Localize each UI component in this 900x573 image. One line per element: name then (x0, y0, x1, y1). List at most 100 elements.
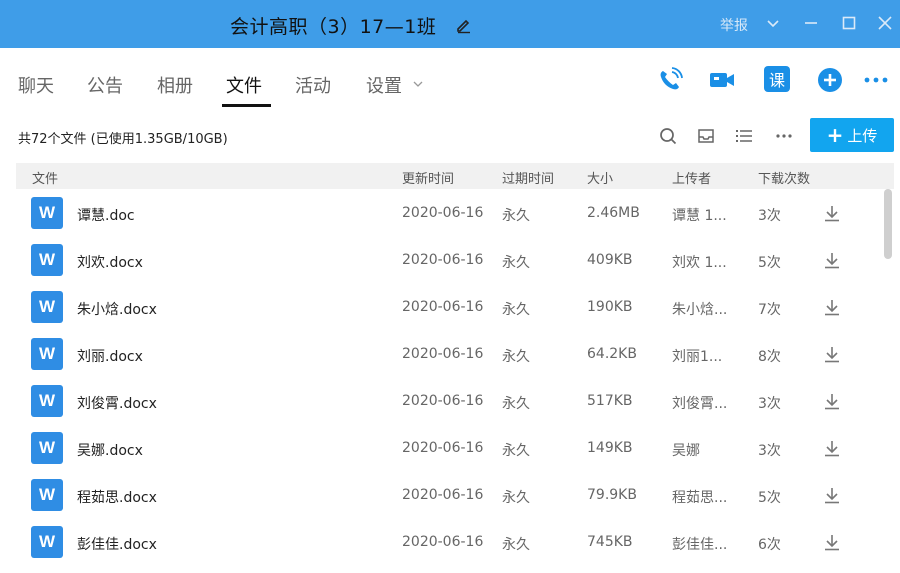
tab-album[interactable]: 相册 (157, 72, 193, 98)
download-icon[interactable] (822, 438, 842, 458)
file-list: W 谭慧.doc 2020-06-16 永久 2.46MB 谭慧 1... 3次… (16, 189, 882, 573)
video-call-icon[interactable] (708, 66, 736, 94)
column-downloads[interactable]: 下载次数 (758, 168, 810, 187)
upload-label: 上传 (847, 126, 878, 145)
file-size: 2.46MB (587, 205, 640, 221)
settings-chevron-down-icon[interactable] (412, 79, 424, 89)
minimize-icon[interactable] (800, 12, 822, 34)
download-count: 3次 (758, 208, 781, 224)
column-size[interactable]: 大小 (587, 168, 613, 187)
table-row[interactable]: W 朱小焓.docx 2020-06-16 永久 190KB 朱小焓... 7次 (16, 283, 882, 330)
file-name[interactable]: 程茹思.docx (77, 487, 157, 507)
table-row[interactable]: W 程茹思.docx 2020-06-16 永久 79.9KB 程茹思... 5… (16, 471, 882, 518)
file-date: 2020-06-16 (402, 252, 484, 268)
search-icon[interactable] (658, 126, 678, 146)
file-name[interactable]: 刘丽.docx (77, 346, 143, 366)
file-date: 2020-06-16 (402, 440, 484, 456)
file-size: 745KB (587, 534, 633, 550)
plus-icon: + (826, 123, 844, 147)
file-expire: 永久 (502, 302, 530, 318)
file-expire: 永久 (502, 537, 530, 553)
file-date: 2020-06-16 (402, 299, 484, 315)
download-icon[interactable] (822, 344, 842, 364)
download-count: 7次 (758, 302, 781, 318)
course-button[interactable]: 课 (764, 66, 790, 92)
file-table-header: 文件 更新时间 过期时间 大小 上传者 下载次数 (16, 163, 894, 189)
file-name[interactable]: 吴娜.docx (77, 440, 143, 460)
file-expire: 永久 (502, 255, 530, 271)
file-name[interactable]: 彭佳佳.docx (77, 534, 157, 554)
table-row[interactable]: W 谭慧.doc 2020-06-16 永久 2.46MB 谭慧 1... 3次 (16, 189, 882, 236)
column-updated[interactable]: 更新时间 (402, 168, 454, 187)
more-options-icon[interactable] (862, 66, 890, 94)
tab-files[interactable]: 文件 (226, 72, 262, 98)
download-count: 6次 (758, 537, 781, 553)
word-doc-icon: W (31, 479, 63, 511)
tab-announcement[interactable]: 公告 (87, 72, 123, 98)
file-uploader: 刘欢 1... (672, 255, 727, 271)
table-row[interactable]: W 刘俊霄.docx 2020-06-16 永久 517KB 刘俊霄... 3次 (16, 377, 882, 424)
column-uploader[interactable]: 上传者 (672, 168, 711, 187)
vertical-scrollbar[interactable] (882, 189, 894, 573)
file-name[interactable]: 谭慧.doc (77, 205, 135, 225)
word-doc-icon: W (31, 526, 63, 558)
download-icon[interactable] (822, 203, 842, 223)
upload-button[interactable]: + 上传 (810, 118, 894, 152)
file-date: 2020-06-16 (402, 393, 484, 409)
file-uploader: 刘丽1... (672, 349, 723, 365)
file-name[interactable]: 刘欢.docx (77, 252, 143, 272)
download-count: 3次 (758, 443, 781, 459)
table-row[interactable]: W 彭佳佳.docx 2020-06-16 永久 745KB 彭佳佳... 6次 (16, 518, 882, 565)
storage-summary: 共72个文件 (已使用1.35GB/10GB) (18, 132, 228, 147)
list-view-icon[interactable] (734, 126, 754, 146)
table-row[interactable]: W 刘欢.docx 2020-06-16 永久 409KB 刘欢 1... 5次 (16, 236, 882, 283)
column-file[interactable]: 文件 (32, 168, 58, 187)
file-size: 517KB (587, 393, 633, 409)
table-row[interactable]: W 吴娜.docx 2020-06-16 永久 149KB 吴娜 3次 (16, 424, 882, 471)
download-icon[interactable] (822, 532, 842, 552)
table-row[interactable]: W 刘丽.docx 2020-06-16 永久 64.2KB 刘丽1... 8次 (16, 330, 882, 377)
more-icon[interactable] (774, 126, 794, 146)
download-icon[interactable] (822, 250, 842, 270)
inbox-icon[interactable] (696, 126, 716, 146)
file-uploader: 程茹思... (672, 490, 728, 506)
file-date: 2020-06-16 (402, 205, 484, 221)
close-icon[interactable] (874, 12, 896, 34)
file-expire: 永久 (502, 443, 530, 459)
file-expire: 永久 (502, 490, 530, 506)
download-icon[interactable] (822, 485, 842, 505)
active-tab-indicator (222, 104, 271, 107)
column-expire[interactable]: 过期时间 (502, 168, 554, 187)
tab-settings[interactable]: 设置 (366, 72, 402, 98)
file-expire: 永久 (502, 349, 530, 365)
download-count: 5次 (758, 490, 781, 506)
file-size: 409KB (587, 252, 633, 268)
file-expire: 永久 (502, 208, 530, 224)
voice-call-icon[interactable] (656, 66, 684, 94)
file-size: 149KB (587, 440, 633, 456)
maximize-icon[interactable] (838, 12, 860, 34)
file-name[interactable]: 朱小焓.docx (77, 299, 157, 319)
report-link[interactable]: 举报 (720, 15, 748, 35)
file-uploader: 谭慧 1... (672, 208, 727, 224)
tab-activity[interactable]: 活动 (295, 72, 331, 98)
group-title: 会计高职（3）17—1班 (230, 16, 437, 38)
file-name[interactable]: 刘俊霄.docx (77, 393, 157, 413)
scroll-thumb[interactable] (884, 189, 892, 259)
file-expire: 永久 (502, 396, 530, 412)
file-uploader: 彭佳佳... (672, 537, 728, 553)
edit-pencil-icon[interactable] (455, 16, 473, 34)
title-bar: 会计高职（3）17—1班 举报 (0, 0, 900, 48)
download-icon[interactable] (822, 391, 842, 411)
add-circle-icon[interactable] (816, 66, 844, 94)
chevron-down-icon[interactable] (762, 12, 784, 34)
word-doc-icon: W (31, 338, 63, 370)
tab-chat[interactable]: 聊天 (18, 72, 54, 98)
file-date: 2020-06-16 (402, 487, 484, 503)
word-doc-icon: W (31, 385, 63, 417)
file-size: 190KB (587, 299, 633, 315)
download-icon[interactable] (822, 297, 842, 317)
file-uploader: 吴娜 (672, 443, 700, 459)
download-count: 3次 (758, 396, 781, 412)
word-doc-icon: W (31, 197, 63, 229)
